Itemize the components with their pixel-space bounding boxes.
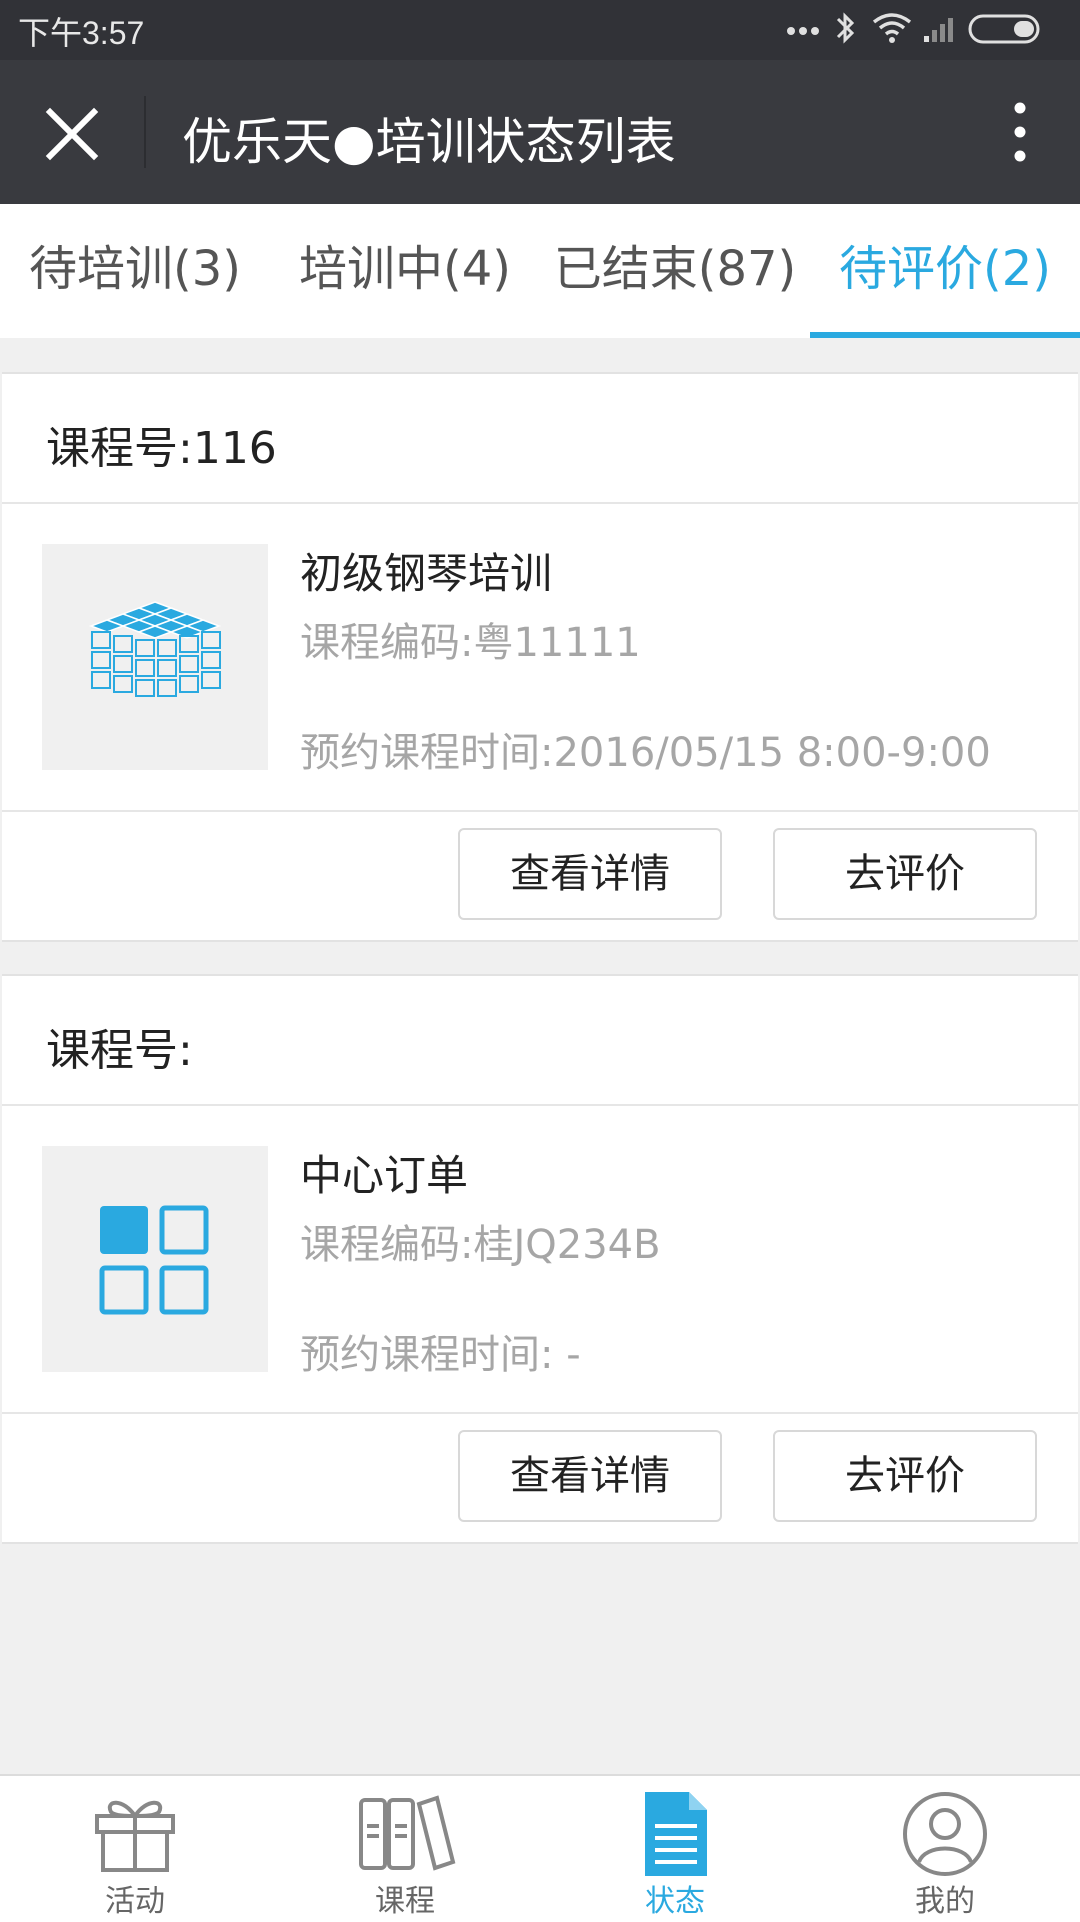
course-booking-time: 预约课程时间:2016/05/15 8:00-9:00: [300, 730, 991, 776]
more-dots-icon: [787, 27, 819, 35]
course-number: 课程号:116: [46, 423, 277, 474]
review-button[interactable]: 去评价: [773, 828, 1037, 920]
course-thumbnail: [42, 544, 268, 770]
title-divider: [144, 96, 146, 168]
nav-item-status[interactable]: 状态: [540, 1776, 810, 1922]
title-bar: 优乐天●培训状态列表: [0, 60, 1080, 204]
tab-in-training[interactable]: 培训中(4): [270, 204, 540, 338]
tab-pending-review[interactable]: 待评价(2): [810, 204, 1080, 338]
user-icon: [903, 1792, 987, 1876]
document-icon: [645, 1792, 707, 1876]
close-icon[interactable]: [40, 102, 104, 166]
card-header: 课程号:116: [2, 374, 1078, 504]
active-tab-indicator: [810, 332, 1080, 338]
nav-item-courses[interactable]: 课程: [270, 1776, 540, 1922]
app-grid-icon: [99, 1205, 209, 1315]
course-card: 课程号: 中心订单 课程编码:桂JQ234B 预约课程时间: - 查看详情 去评…: [2, 974, 1078, 1544]
course-booking-time: 预约课程时间: -: [300, 1332, 581, 1378]
page-title: 优乐天●培训状态列表: [182, 113, 676, 171]
card-actions: 查看详情 去评价: [2, 1414, 1078, 1536]
nav-label: 状态: [645, 1884, 705, 1919]
status-icons: [786, 10, 1066, 50]
battery-icon: [968, 14, 1040, 44]
card-body[interactable]: 初级钢琴培训 课程编码:粤11111 预约课程时间:2016/05/15 8:0…: [2, 504, 1078, 812]
course-name: 初级钢琴培训: [300, 549, 553, 598]
status-bar: 下午3:57: [0, 0, 1080, 60]
bottom-nav: 活动 课程 状态 我的: [0, 1774, 1080, 1922]
nav-label: 活动: [105, 1884, 165, 1919]
course-code: 课程编码:桂JQ234B: [300, 1222, 661, 1268]
bluetooth-icon: [836, 12, 855, 44]
signal-icon: [924, 18, 953, 42]
wifi-icon: [872, 13, 912, 43]
view-details-button[interactable]: 查看详情: [458, 828, 722, 920]
course-code: 课程编码:粤11111: [300, 620, 641, 666]
more-vertical-icon[interactable]: [1000, 98, 1040, 168]
cube-grid-icon: [88, 601, 222, 697]
card-actions: 查看详情 去评价: [2, 812, 1078, 934]
card-header: 课程号:: [2, 976, 1078, 1106]
status-time: 下午3:57: [18, 15, 145, 51]
tab-pending-training[interactable]: 待培训(3): [0, 204, 270, 338]
nav-label: 我的: [915, 1884, 975, 1919]
nav-label: 课程: [375, 1884, 435, 1919]
nav-item-activities[interactable]: 活动: [0, 1776, 270, 1922]
review-button[interactable]: 去评价: [773, 1430, 1037, 1522]
course-name: 中心订单: [300, 1151, 469, 1200]
card-body[interactable]: 中心订单 课程编码:桂JQ234B 预约课程时间: -: [2, 1106, 1078, 1414]
tab-finished[interactable]: 已结束(87): [540, 204, 810, 338]
course-thumbnail: [42, 1146, 268, 1372]
status-tabs: 待培训(3) 培训中(4) 已结束(87) 待评价(2): [0, 204, 1080, 338]
gift-icon: [95, 1800, 175, 1872]
course-card: 课程号:116 初级钢琴培训 课程编码:粤11111 预约课程时间:2016/0…: [2, 372, 1078, 942]
books-icon: [359, 1795, 456, 1871]
course-number: 课程号:: [46, 1025, 193, 1076]
nav-item-profile[interactable]: 我的: [810, 1776, 1080, 1922]
view-details-button[interactable]: 查看详情: [458, 1430, 722, 1522]
